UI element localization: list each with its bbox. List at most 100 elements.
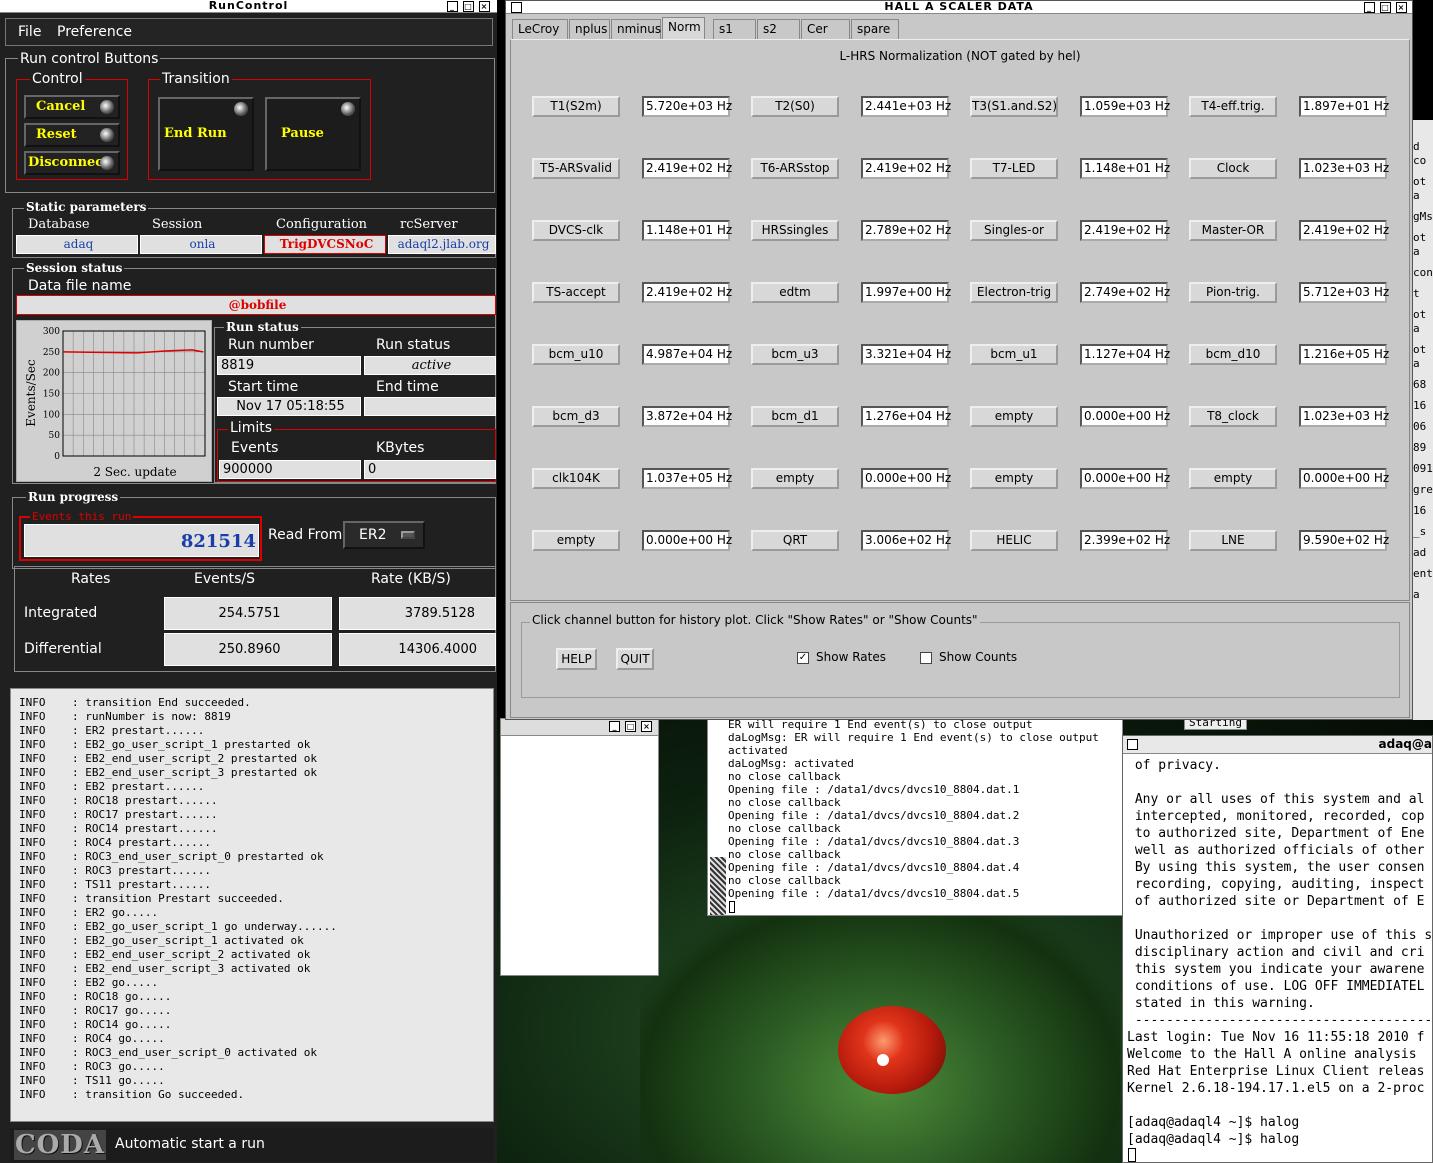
channel-rate-field[interactable]: 1.127e+04 Hz [1080,344,1170,365]
channel-rate-field[interactable]: 1.059e+03 Hz [1080,96,1170,117]
channel-button[interactable]: LNE [1189,530,1277,551]
events-limit-input[interactable]: 900000 [219,460,361,479]
channel-button[interactable]: bcm_d3 [532,406,620,427]
channel-rate-field[interactable]: 1.997e+00 Hz [861,282,951,303]
channel-button[interactable]: T3(S1.and.S2) [970,96,1058,117]
channel-button[interactable]: Electron-trig [970,282,1058,303]
channel-button[interactable]: empty [970,406,1058,427]
channel-button[interactable]: T5-ARSvalid [532,158,620,179]
channel-rate-field[interactable]: 2.419e+02 Hz [861,158,951,179]
channel-button[interactable]: bcm_u3 [751,344,839,365]
channel-rate-field[interactable]: 1.023e+03 Hz [1299,406,1389,427]
menu-file[interactable]: File [18,24,41,40]
terminal-scrollbar[interactable] [710,857,726,915]
channel-button[interactable]: edtm [751,282,839,303]
channel-button[interactable]: Clock [1189,158,1277,179]
channel-button[interactable]: empty [970,468,1058,489]
channel-button[interactable]: bcm_d1 [751,406,839,427]
tab-norm[interactable]: Norm [662,17,705,40]
channel-button[interactable]: bcm_d10 [1189,344,1277,365]
channel-button[interactable]: DVCS-clk [532,220,620,241]
kbytes-limit-input[interactable]: 0 [364,460,496,479]
reset-button[interactable]: Reset [24,123,120,147]
channel-rate-field[interactable]: 5.720e+03 Hz [642,96,732,117]
channel-rate-field[interactable]: 2.419e+02 Hz [1080,220,1170,241]
maximize-icon[interactable]: □ [1380,2,1391,13]
channel-button[interactable]: empty [532,530,620,551]
channel-rate-field[interactable]: 5.712e+03 Hz [1299,282,1389,303]
channel-rate-field[interactable]: 0.000e+00 Hz [1080,406,1170,427]
menu-preference[interactable]: Preference [57,24,132,40]
tab-spare[interactable]: spare [851,19,899,39]
channel-rate-field[interactable]: 1.037e+05 Hz [642,468,732,489]
channel-rate-field[interactable]: 2.789e+02 Hz [861,220,951,241]
show-rates-checkbox[interactable]: ✓ [797,652,809,664]
channel-button[interactable]: empty [1189,468,1277,489]
scaler-title-bar[interactable]: HALL A SCALER DATA _ □ × [506,1,1412,14]
window-menu-icon[interactable] [511,2,522,13]
minimize-icon[interactable]: _ [447,1,458,12]
channel-button[interactable]: T2(S0) [751,96,839,117]
channel-rate-field[interactable]: 9.590e+02 Hz [1299,530,1389,551]
maximize-icon[interactable]: □ [625,721,636,732]
tab-s1[interactable]: s1 [713,19,756,39]
runcontrol-title-bar[interactable]: RunControl _ □ × [0,0,497,13]
channel-rate-field[interactable]: 3.006e+02 Hz [861,530,951,551]
channel-button[interactable]: Master-OR [1189,220,1277,241]
channel-button[interactable]: clk104K [532,468,620,489]
tab-lecroy[interactable]: LeCroy [512,19,568,39]
channel-rate-field[interactable]: 3.321e+04 Hz [861,344,951,365]
channel-rate-field[interactable]: 4.987e+04 Hz [642,344,732,365]
channel-rate-field[interactable]: 1.148e+01 Hz [1080,158,1170,179]
close-icon[interactable]: × [1396,2,1407,13]
minimize-icon[interactable]: _ [1364,2,1375,13]
channel-button[interactable]: empty [751,468,839,489]
ssh-title-bar[interactable]: adaq@a [1123,736,1432,754]
channel-rate-field[interactable]: 0.000e+00 Hz [1080,468,1170,489]
pause-button[interactable]: Pause [265,97,361,171]
channel-button[interactable]: bcm_u1 [970,344,1058,365]
channel-button[interactable]: HELIC [970,530,1058,551]
channel-rate-field[interactable]: 0.000e+00 Hz [642,530,732,551]
daq-terminal-window[interactable]: ER will require 1 End event(s) to close … [707,715,1247,916]
channel-button[interactable]: T8_clock [1189,406,1277,427]
channel-rate-field[interactable]: 1.897e+01 Hz [1299,96,1389,117]
channel-rate-field[interactable]: 2.399e+02 Hz [1080,530,1170,551]
channel-button[interactable]: bcm_u10 [532,344,620,365]
show-counts-checkbox[interactable] [920,652,932,664]
window-menu-icon[interactable] [1127,739,1138,750]
channel-button[interactable]: HRSsingles [751,220,839,241]
channel-rate-field[interactable]: 1.148e+01 Hz [642,220,732,241]
channel-rate-field[interactable]: 3.872e+04 Hz [642,406,732,427]
close-icon[interactable]: × [479,1,490,12]
channel-button[interactable]: T4-eff.trig. [1189,96,1277,117]
channel-rate-field[interactable]: 1.276e+04 Hz [861,406,951,427]
tab-nplus[interactable]: nplus [569,19,610,39]
disconnect-button[interactable]: Disconnect [24,151,120,175]
tab-s2[interactable]: s2 [757,19,800,39]
message-log[interactable]: INFO : transition End succeeded. INFO : … [10,688,494,1122]
channel-rate-field[interactable]: 2.419e+02 Hz [642,282,732,303]
end-run-button[interactable]: End Run [158,97,254,171]
channel-rate-field[interactable]: 2.419e+02 Hz [642,158,732,179]
channel-button[interactable]: Pion-trig. [1189,282,1277,303]
channel-button[interactable]: T1(S2m) [532,96,620,117]
channel-rate-field[interactable]: 2.749e+02 Hz [1080,282,1170,303]
maximize-icon[interactable]: □ [463,1,474,12]
channel-button[interactable]: T7-LED [970,158,1058,179]
help-button[interactable]: HELP [556,648,597,670]
channel-rate-field[interactable]: 0.000e+00 Hz [861,468,951,489]
channel-rate-field[interactable]: 2.441e+03 Hz [861,96,951,117]
channel-rate-field[interactable]: 1.216e+05 Hz [1299,344,1389,365]
ssh-terminal-window[interactable]: adaq@a of privacy. Any or all uses of th… [1122,735,1433,1163]
channel-button[interactable]: TS-accept [532,282,620,303]
quit-button[interactable]: QUIT [616,648,654,670]
channel-button[interactable]: QRT [751,530,839,551]
channel-rate-field[interactable]: 0.000e+00 Hz [1299,468,1389,489]
channel-button[interactable]: Singles-or [970,220,1058,241]
channel-rate-field[interactable]: 1.023e+03 Hz [1299,158,1389,179]
cancel-button[interactable]: Cancel [24,95,120,119]
channel-rate-field[interactable]: 2.419e+02 Hz [1299,220,1389,241]
read-from-select[interactable]: ER2 [343,521,425,549]
channel-button[interactable]: T6-ARSstop [751,158,839,179]
